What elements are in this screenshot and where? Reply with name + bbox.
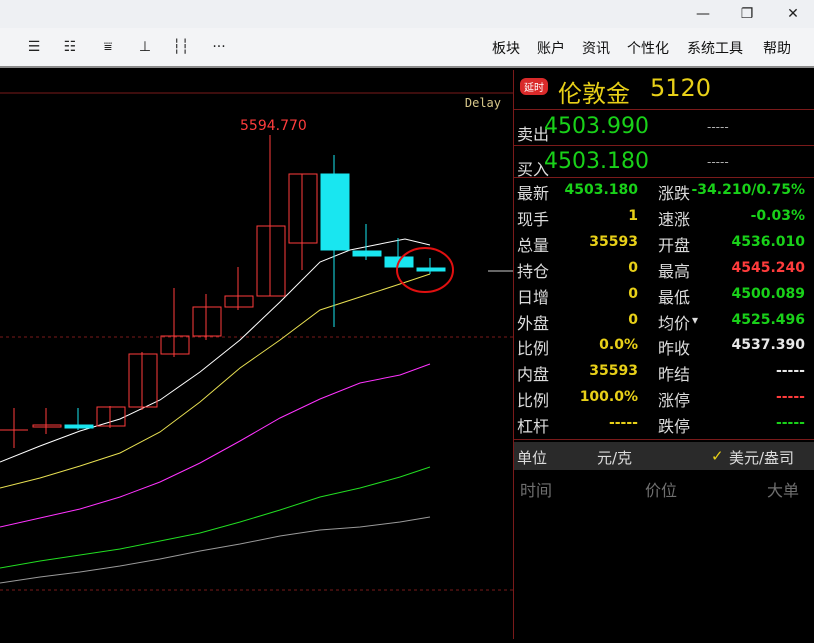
stat-value: 4500.089 xyxy=(731,286,805,302)
divider xyxy=(514,177,814,178)
candle-body xyxy=(32,424,62,428)
ma-line-white xyxy=(0,238,431,463)
list-detail-icon[interactable]: ☰ xyxy=(22,36,46,58)
divider xyxy=(514,439,814,440)
unit-option-yuan-gram[interactable]: 元/克 xyxy=(597,447,632,468)
candle-body xyxy=(64,424,94,429)
stat-value: 35593 xyxy=(589,363,638,379)
stat-label: 均价 xyxy=(658,314,691,333)
stat-value: 4537.390 xyxy=(731,337,805,353)
candle-body xyxy=(288,173,318,244)
stat-value: 4503.180 xyxy=(564,182,638,198)
stat-label: 现手 xyxy=(517,210,550,229)
delay-tag: Delay xyxy=(464,96,501,110)
toolbar: ☰ ☷ ⩸ ⊥ ┆┆ ··· 板块 账户 资讯 个性化 系统工具 帮助 xyxy=(0,28,814,68)
unit-option-usd-ounce[interactable]: 美元/盎司 xyxy=(729,447,794,468)
window-titlebar: — ❐ ✕ xyxy=(0,0,814,28)
ticks-header-price: 价位 xyxy=(645,481,678,500)
high-price-label: 5594.770 xyxy=(240,118,307,134)
candle-body xyxy=(96,406,126,427)
sell-price: 4503.990 xyxy=(544,114,649,139)
buy-volume: ----- xyxy=(707,155,729,169)
menu-help[interactable]: 帮助 xyxy=(763,38,791,58)
kline-icon[interactable]: ⩸ xyxy=(96,36,120,58)
candle-body xyxy=(352,250,382,257)
stat-value: 4536.010 xyxy=(731,234,805,250)
stat-value: ----- xyxy=(775,415,805,431)
check-icon: ✓ xyxy=(711,447,724,465)
delay-badge: 延时 xyxy=(520,78,548,95)
stat-label: 持仓 xyxy=(517,262,550,281)
stat-value: -0.03% xyxy=(750,208,805,224)
menu-personalize[interactable]: 个性化 xyxy=(627,38,669,58)
ma-line-green xyxy=(0,466,431,569)
divider xyxy=(514,109,814,110)
candle-body xyxy=(224,295,254,308)
stat-label: 内盘 xyxy=(517,365,550,384)
stat-label: 最低 xyxy=(658,288,691,307)
stat-value: 0 xyxy=(628,312,638,328)
stat-value: 35593 xyxy=(589,234,638,250)
candle-body xyxy=(416,267,446,272)
candle-body xyxy=(192,306,222,337)
menu-news[interactable]: 资讯 xyxy=(582,38,610,58)
close-icon[interactable]: ✕ xyxy=(776,0,810,28)
stat-label: 总量 xyxy=(517,236,550,255)
stat-label: 开盘 xyxy=(658,236,691,255)
instrument-name: 伦敦金 xyxy=(558,80,630,108)
stat-label: 涨停 xyxy=(658,391,691,410)
ma-line-magenta xyxy=(0,363,431,528)
stat-label: 比例 xyxy=(517,391,550,410)
stat-label: 跌停 xyxy=(658,417,691,436)
stat-label: 杠杆 xyxy=(517,417,550,436)
stat-label: 涨跌 xyxy=(658,184,691,203)
more-icon[interactable]: ··· xyxy=(207,36,231,58)
stat-label: 外盘 xyxy=(517,314,550,333)
stat-label: 速涨 xyxy=(658,210,691,229)
minimize-icon[interactable]: — xyxy=(686,0,720,28)
stat-value: 0.0% xyxy=(599,337,638,353)
stat-value: 0 xyxy=(628,260,638,276)
stat-value: 0 xyxy=(628,286,638,302)
ticks-header-time: 时间 xyxy=(520,481,553,500)
list-table-icon[interactable]: ☷ xyxy=(58,36,82,58)
menu-system-tools[interactable]: 系统工具 xyxy=(687,38,743,58)
stat-value: ----- xyxy=(775,389,805,405)
stat-label: 日增 xyxy=(517,288,550,307)
stat-value: 1 xyxy=(628,208,638,224)
bars-icon[interactable]: ┆┆ xyxy=(169,36,193,58)
candle-body xyxy=(128,353,158,408)
menu-account[interactable]: 账户 xyxy=(537,38,565,58)
stat-label: 最高 xyxy=(658,262,691,281)
stat-label: 比例 xyxy=(517,339,550,358)
stat-value: ----- xyxy=(608,415,638,431)
kline-chart[interactable]: 5594.770 Delay xyxy=(0,70,513,639)
divider xyxy=(514,145,814,146)
stat-value: 4525.496 xyxy=(731,312,805,328)
crosshair-icon[interactable]: ⊥ xyxy=(133,36,157,58)
kline-chart-svg: 5594.770 xyxy=(0,92,513,591)
ma-line-gray xyxy=(0,516,431,584)
stat-label: 昨收 xyxy=(658,339,691,358)
unit-label: 单位 xyxy=(517,449,548,467)
stat-value: 100.0% xyxy=(579,389,638,405)
stat-value: -34.210/0.75% xyxy=(691,182,805,198)
ma-line-yellow xyxy=(0,273,431,489)
chevron-down-icon[interactable]: ▾ xyxy=(692,313,698,327)
quote-panel: 延时 伦敦金 5120 卖出 4503.990 ----- 买入 4503.18… xyxy=(513,70,814,639)
stat-label: 最新 xyxy=(517,184,550,203)
stat-value: ----- xyxy=(775,363,805,379)
candle-body xyxy=(160,335,190,355)
stat-label: 昨结 xyxy=(658,365,691,384)
candle-body xyxy=(320,173,350,251)
sell-volume: ----- xyxy=(707,120,729,134)
unit-bar: 单位 元/克 ✓ 美元/盎司 xyxy=(514,442,814,470)
maximize-icon[interactable]: ❐ xyxy=(730,0,764,28)
buy-price: 4503.180 xyxy=(544,149,649,174)
stat-value: 4545.240 xyxy=(731,260,805,276)
menu-sector[interactable]: 板块 xyxy=(492,38,520,58)
candle-body xyxy=(256,225,286,297)
instrument-code: 5120 xyxy=(650,74,712,102)
ticks-header-volume: 大单 xyxy=(767,481,800,500)
